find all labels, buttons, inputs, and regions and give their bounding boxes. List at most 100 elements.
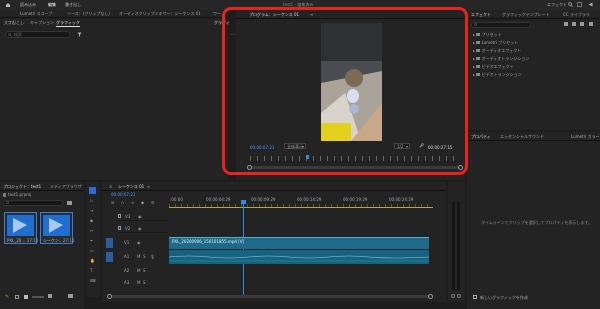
- new-bin-icon[interactable]: [67, 201, 72, 205]
- snap-icon[interactable]: ∩: [121, 200, 124, 205]
- track-header-v1[interactable]: V1 ◉: [106, 237, 168, 249]
- timeline-ruler[interactable]: :00:00 00:00:04:29 00:00:09:29 00:00:14:…: [169, 195, 433, 208]
- tab-lumetri-scope[interactable]: Lumetri スコープ: [20, 12, 52, 16]
- fullscreen-icon[interactable]: [577, 2, 582, 8]
- menu-import[interactable]: 読み込み: [20, 3, 36, 7]
- mute-button[interactable]: M: [137, 255, 140, 259]
- menu-export[interactable]: 書き出し: [65, 3, 81, 7]
- linked-selection-icon[interactable]: ∞: [131, 200, 134, 205]
- lock-icon[interactable]: [118, 226, 121, 230]
- marker-icon[interactable]: ◆: [141, 200, 144, 205]
- tab-captions[interactable]: キャプション: [30, 21, 54, 25]
- selection-tool-icon[interactable]: [89, 187, 96, 194]
- audio-clip[interactable]: [169, 250, 429, 264]
- source-patch-v1[interactable]: [106, 238, 113, 248]
- home-icon[interactable]: [5, 2, 11, 8]
- graphics-search-box[interactable]: 検索: [5, 31, 70, 38]
- source-patch-a1[interactable]: [106, 252, 113, 262]
- workspace-effects[interactable]: エフェクト: [547, 3, 567, 7]
- mute-button[interactable]: M: [137, 269, 140, 273]
- list-item-label: オーディオトランジション: [481, 56, 530, 61]
- sort-icon[interactable]: [48, 294, 52, 298]
- pencil-icon[interactable]: ✎: [5, 294, 9, 300]
- tab-workspace-cut[interactable]: ワー: [213, 12, 221, 16]
- zoom-slider[interactable]: [32, 296, 44, 298]
- project-search-box[interactable]: [3, 200, 63, 206]
- microphone-icon[interactable]: 🎙: [150, 254, 155, 259]
- list-item[interactable]: ▸ オーディオトランジション: [473, 56, 529, 61]
- tab-media-browser[interactable]: メディアブラウザ: [50, 185, 82, 189]
- list-item[interactable]: ▸ オーディオエフェクト: [473, 48, 521, 53]
- eye-icon[interactable]: ◉: [138, 214, 142, 219]
- search-input[interactable]: 検索: [14, 33, 22, 37]
- solo-right-button[interactable]: [457, 294, 461, 298]
- track-header-a3[interactable]: A3 M S: [118, 278, 168, 288]
- search-icon[interactable]: [568, 2, 573, 8]
- tab-cc-libraries[interactable]: CC ライブラリ: [563, 13, 590, 17]
- project-item-clip[interactable]: PXL_20... 27:15: [4, 212, 39, 244]
- ripple-edit-tool-icon[interactable]: ⇥: [90, 208, 93, 213]
- chevron-right-icon: ▸: [473, 72, 476, 77]
- new-bin-icon[interactable]: [589, 22, 593, 26]
- type-tool-icon[interactable]: T: [90, 268, 92, 273]
- caption-tool-icon[interactable]: ⌨: [90, 278, 96, 283]
- tab-graphics[interactable]: グラフィック: [56, 21, 80, 27]
- tab-graphic-templates[interactable]: グラフィックテンプレート: [502, 13, 550, 17]
- track-header-v3[interactable]: V3 ◉: [118, 212, 168, 221]
- rectangle-tool-icon[interactable]: ▭: [90, 248, 94, 253]
- eye-icon[interactable]: ◉: [138, 226, 142, 231]
- list-item[interactable]: ▸ プリセット: [473, 32, 502, 37]
- audio-waveform: [169, 255, 429, 262]
- timeline-timecode[interactable]: 00:00:07:21: [111, 193, 135, 197]
- effects-search-box[interactable]: [471, 22, 531, 28]
- solo-left-button[interactable]: [451, 294, 455, 298]
- chevron-right-icon: ▸: [473, 40, 476, 45]
- solo-button[interactable]: S: [143, 269, 146, 273]
- wrench-icon[interactable]: ⚙: [151, 200, 155, 205]
- tab-source[interactable]: ソース：(クリップなし): [67, 12, 110, 16]
- track-select-tool-icon[interactable]: ▷: [90, 198, 93, 203]
- yuv-effects-icon[interactable]: [580, 22, 584, 26]
- tab-properties[interactable]: プロパティ: [471, 135, 491, 139]
- track-header-v2[interactable]: V2 ◉: [118, 224, 168, 233]
- list-view-icon[interactable]: [15, 295, 19, 299]
- razor-tool-icon[interactable]: ◆: [90, 218, 93, 223]
- 32bit-effects-icon[interactable]: [572, 22, 576, 26]
- hand-tool-icon[interactable]: ✋: [90, 258, 95, 263]
- list-item[interactable]: ▸ ビデオエフェクト: [473, 64, 514, 69]
- sequence-menu-icon[interactable]: ≡: [147, 185, 150, 189]
- close-icon[interactable]: ×: [109, 184, 112, 189]
- list-item[interactable]: ▸ Lumetri プリセット: [473, 40, 518, 45]
- menu-edit[interactable]: 編集: [48, 3, 56, 7]
- new-graphic-button[interactable]: 新しいグラフィックを作成: [473, 295, 533, 301]
- tab-project[interactable]: プロジェクト：test1: [3, 185, 41, 189]
- tab-transcript[interactable]: 文字起こし: [4, 21, 24, 25]
- solo-button[interactable]: S: [143, 281, 146, 285]
- project-item-sequence[interactable]: シーケン... 27:15: [40, 212, 75, 244]
- track-header-a1[interactable]: A1 M S 🎙: [106, 251, 168, 263]
- share-icon[interactable]: [588, 2, 593, 8]
- accelerated-effects-icon[interactable]: [564, 22, 568, 26]
- solo-button[interactable]: S: [143, 255, 146, 259]
- slip-tool-icon[interactable]: ↔: [90, 228, 93, 233]
- icon-view-icon[interactable]: [24, 295, 28, 299]
- list-item[interactable]: ▸ ビデオトランジション: [473, 72, 522, 77]
- pen-tool-icon[interactable]: ✒: [90, 238, 93, 243]
- folder-icon: [476, 57, 481, 60]
- properties-panel: プロパティ エッセンシャルサウンド Lumetri カラー タイムラインでクリッ…: [467, 132, 600, 309]
- tab-effects[interactable]: エフェクト: [471, 13, 491, 17]
- lock-icon[interactable]: [118, 214, 121, 218]
- track-header-a2[interactable]: A2 M S: [118, 266, 168, 276]
- tab-essential-sound[interactable]: エッセンシャルサウンド: [500, 135, 544, 139]
- sequence-tab[interactable]: シーケンス 01: [118, 185, 144, 189]
- tab-audio-clip-mixer[interactable]: オーディオクリップミキサー：シーケンス 01: [119, 12, 201, 16]
- mute-button[interactable]: M: [137, 281, 140, 285]
- nest-icon[interactable]: ⊞: [111, 200, 114, 205]
- eye-icon[interactable]: ◉: [137, 240, 141, 245]
- timeline-scrollbar[interactable]: [108, 295, 432, 298]
- work-area-bar[interactable]: [169, 207, 433, 208]
- tab-lumetri-color[interactable]: Lumetri カラー: [571, 135, 600, 139]
- folder-icon[interactable]: [68, 294, 73, 298]
- video-clip[interactable]: PXL_20200906_150101855.mp4 [V]: [169, 237, 429, 249]
- filter-icon[interactable]: [77, 32, 82, 38]
